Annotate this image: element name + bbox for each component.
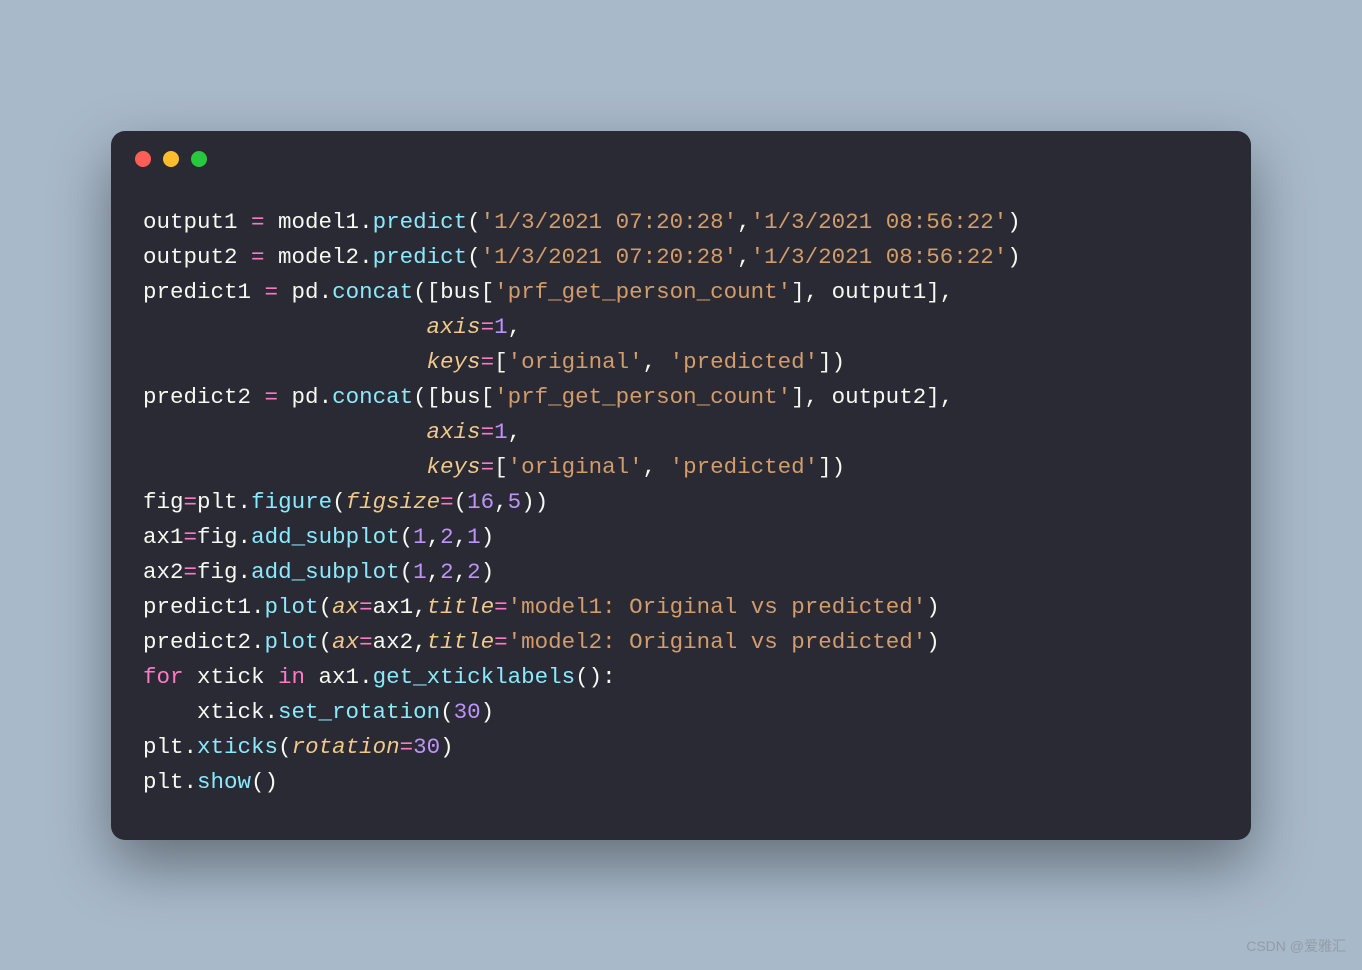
code-line: predict1 = pd.concat([bus['prf_get_perso… [143, 275, 1219, 310]
code-line: xtick.set_rotation(30) [143, 695, 1219, 730]
watermark: CSDN @爱雅汇 [1246, 936, 1346, 956]
code-line: fig=plt.figure(figsize=(16,5)) [143, 485, 1219, 520]
code-line: plt.show() [143, 765, 1219, 800]
code-line: output1 = model1.predict('1/3/2021 07:20… [143, 205, 1219, 240]
code-area[interactable]: output1 = model1.predict('1/3/2021 07:20… [111, 187, 1251, 840]
code-line: predict2 = pd.concat([bus['prf_get_perso… [143, 380, 1219, 415]
maximize-icon[interactable] [191, 151, 207, 167]
minimize-icon[interactable] [163, 151, 179, 167]
code-line: axis=1, [143, 415, 1219, 450]
code-line: output2 = model2.predict('1/3/2021 07:20… [143, 240, 1219, 275]
code-line: keys=['original', 'predicted']) [143, 345, 1219, 380]
code-line: for xtick in ax1.get_xticklabels(): [143, 660, 1219, 695]
terminal-window: output1 = model1.predict('1/3/2021 07:20… [111, 131, 1251, 840]
code-line: ax1=fig.add_subplot(1,2,1) [143, 520, 1219, 555]
close-icon[interactable] [135, 151, 151, 167]
titlebar [111, 131, 1251, 187]
code-line: ax2=fig.add_subplot(1,2,2) [143, 555, 1219, 590]
code-line: keys=['original', 'predicted']) [143, 450, 1219, 485]
code-line: axis=1, [143, 310, 1219, 345]
code-line: predict1.plot(ax=ax1,title='model1: Orig… [143, 590, 1219, 625]
code-line: predict2.plot(ax=ax2,title='model2: Orig… [143, 625, 1219, 660]
code-line: plt.xticks(rotation=30) [143, 730, 1219, 765]
